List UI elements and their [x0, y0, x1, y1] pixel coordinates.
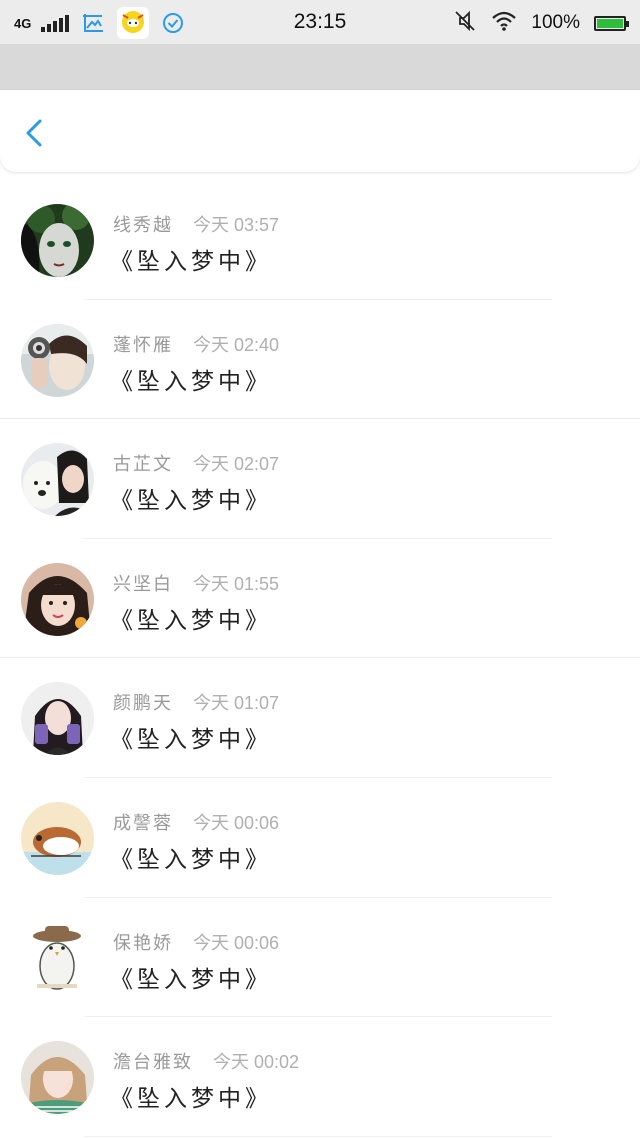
item-title: 《坠入梦中》	[110, 607, 272, 634]
timestamp: 今天 01:07	[193, 693, 280, 714]
item-title: 《坠入梦中》	[110, 488, 272, 515]
avatar[interactable]	[21, 323, 94, 397]
status-bar: 4G 23:15 100%	[0, 0, 640, 44]
mute-icon	[453, 9, 477, 37]
item-meta: 兴坚白 今天 01:55	[113, 570, 279, 596]
timestamp: 今天 02:07	[193, 454, 280, 475]
avatar[interactable]	[21, 801, 94, 875]
avatar[interactable]	[21, 443, 94, 517]
item-meta: 蓬怀雁 今天 02:40	[113, 331, 279, 357]
timestamp: 今天 00:06	[193, 812, 280, 833]
timestamp: 今天 00:06	[193, 932, 280, 953]
user-name: 颜鹏天	[113, 693, 173, 715]
user-name: 保艳娇	[113, 932, 173, 954]
avatar[interactable]	[21, 921, 94, 995]
user-name: 成謦蓉	[113, 812, 173, 834]
item-title: 《坠入梦中》	[110, 249, 272, 275]
back-button[interactable]	[18, 116, 52, 150]
item-meta: 颜鹏天 今天 01:07	[113, 689, 279, 715]
wifi-icon	[491, 10, 517, 36]
battery-percent: 100%	[531, 12, 580, 33]
battery-fill	[597, 18, 623, 28]
item-meta: 线秀越 今天 03:57	[113, 211, 279, 237]
item-title: 《坠入梦中》	[110, 727, 272, 754]
item-meta: 澹台雅致 今天 00:02	[113, 1048, 299, 1074]
list-item[interactable]: 澹台雅致 今天 00:02 《坠入梦中》	[0, 1017, 640, 1137]
user-name: 古芷文	[113, 454, 173, 476]
item-meta: 成謦蓉 今天 00:06	[113, 809, 279, 835]
list-item[interactable]: 古芷文 今天 02:07 《坠入梦中》	[0, 419, 640, 539]
item-title: 《坠入梦中》	[110, 368, 272, 395]
avatar[interactable]	[21, 682, 94, 756]
list-item[interactable]: 蓬怀雁 今天 02:40 《坠入梦中》	[0, 300, 640, 420]
top-band	[0, 44, 640, 90]
item-title: 《坠入梦中》	[110, 966, 272, 993]
item-title: 《坠入梦中》	[110, 846, 272, 873]
item-meta: 古芷文 今天 02:07	[113, 450, 279, 476]
chevron-left-icon	[26, 119, 42, 147]
timestamp: 今天 02:40	[193, 334, 280, 355]
status-right: 100%	[453, 9, 629, 37]
item-meta: 保艳娇 今天 00:06	[113, 929, 279, 955]
user-name: 蓬怀雁	[113, 334, 173, 356]
list-item[interactable]: 线秀越 今天 03:57 《坠入梦中》	[0, 180, 640, 300]
record-list: 线秀越 今天 03:57 《坠入梦中》 蓬怀雁 今天 02:40 《坠入梦中》	[0, 180, 640, 1137]
avatar[interactable]	[21, 562, 94, 636]
user-name: 兴坚白	[113, 573, 173, 595]
avatar[interactable]	[21, 1041, 94, 1115]
user-name: 线秀越	[113, 215, 173, 236]
timestamp: 今天 01:55	[193, 573, 280, 594]
user-name: 澹台雅致	[113, 1052, 193, 1074]
avatar[interactable]	[21, 204, 94, 277]
timestamp: 今天 00:02	[213, 1052, 300, 1073]
battery-icon	[594, 15, 629, 31]
list-item[interactable]: 保艳娇 今天 00:06 《坠入梦中》	[0, 898, 640, 1018]
list-item[interactable]: 成謦蓉 今天 00:06 《坠入梦中》	[0, 778, 640, 898]
list-item[interactable]: 颜鹏天 今天 01:07 《坠入梦中》	[0, 658, 640, 778]
header-bar	[0, 90, 640, 172]
item-title: 《坠入梦中》	[110, 1086, 272, 1113]
timestamp: 今天 03:57	[193, 215, 280, 235]
list-item[interactable]: 兴坚白 今天 01:55 《坠入梦中》	[0, 539, 640, 659]
